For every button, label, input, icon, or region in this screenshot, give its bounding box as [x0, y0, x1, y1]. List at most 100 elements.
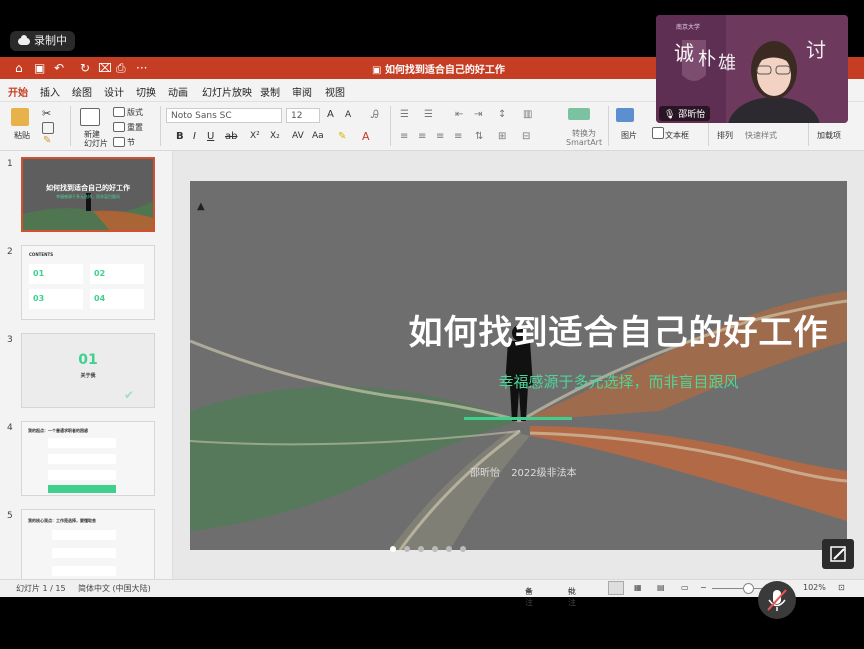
mute-microphone-button[interactable] [758, 581, 796, 619]
slide-author-line[interactable]: 邵昕怡 2022级非法本 [470, 464, 577, 479]
progress-dot [390, 546, 396, 552]
cut-icon[interactable]: ✂ [42, 107, 51, 120]
char-spacing-icon[interactable]: AV [292, 131, 304, 141]
numbering-icon[interactable]: ☰ [424, 109, 433, 120]
fit-slide-icon[interactable]: ⊡ [838, 583, 845, 592]
mic-off-icon [767, 589, 787, 611]
change-case-icon[interactable]: Aa [312, 131, 324, 141]
paste-button[interactable]: 粘贴 [14, 130, 30, 141]
list-item [48, 454, 116, 464]
tab-slideshow[interactable]: 幻灯片放映 [202, 84, 252, 99]
progress-dot [418, 546, 424, 552]
pen-icon [830, 546, 846, 562]
slide-background [190, 181, 847, 550]
font-size-select[interactable]: 12 [286, 108, 320, 123]
bullets-icon[interactable]: ☰ [400, 109, 409, 120]
slide-subtitle[interactable]: 幸福感源于多元选择，而非盲目跟风 [190, 371, 847, 392]
tab-record[interactable]: 录制 [260, 84, 280, 99]
slide-sorter-icon[interactable]: ▦ [634, 583, 642, 592]
slide-thumbnail-3[interactable]: 01 关于我 ✔ [21, 333, 155, 408]
outdent-icon[interactable]: ⇥ [474, 109, 482, 120]
highlight-icon[interactable]: ✎ [338, 131, 346, 142]
print-icon[interactable]: ⎙ [116, 60, 126, 76]
zoom-slider-thumb[interactable] [743, 583, 754, 594]
layout-button[interactable]: 版式 [127, 107, 143, 118]
svg-text:南京大学: 南京大学 [676, 23, 700, 31]
align-right-icon[interactable]: ≡ [436, 131, 444, 142]
slide-thumbnail-panel[interactable]: 1 如何找到适合自己的好工作 幸福感源于多元选择，而非盲目跟风 2 CONTEN… [0, 151, 173, 579]
copy-icon[interactable] [42, 122, 54, 134]
italic-icon[interactable]: I [193, 131, 196, 142]
thumbnail-header: 我的起点：一个普通求职者的困惑 [28, 428, 88, 433]
section-button[interactable]: 节 [127, 137, 135, 148]
tab-design[interactable]: 设计 [104, 84, 124, 99]
contents-card: 01 [29, 264, 83, 284]
cloud-icon [18, 34, 30, 45]
text-direction-icon[interactable]: ⇅ [475, 131, 483, 142]
current-slide[interactable]: 如何找到适合自己的好工作 幸福感源于多元选择，而非盲目跟风 邵昕怡 2022级非… [190, 181, 847, 550]
reading-view-icon[interactable]: ▤ [657, 583, 665, 592]
justify-icon[interactable]: ≡ [454, 131, 462, 142]
tab-transitions[interactable]: 切换 [136, 84, 156, 99]
presentation-icon: ▣ [372, 65, 385, 76]
zoom-out-icon[interactable]: − [700, 583, 707, 592]
picture-button[interactable]: 图片 [621, 130, 637, 141]
font-color-icon[interactable]: A [362, 130, 370, 143]
quick-styles-button[interactable]: 快速样式 [745, 130, 777, 141]
layout-text-icon[interactable]: ⊟ [522, 131, 530, 142]
format-painter-icon[interactable]: ⌧ [98, 60, 112, 76]
slideshow-icon[interactable]: ▭ [681, 583, 689, 592]
reset-button[interactable]: 重置 [127, 122, 143, 133]
thumbnail-subtitle: 幸福感源于多元选择，而非盲目跟风 [56, 194, 120, 199]
underline-icon[interactable]: U [207, 131, 214, 142]
paste-icon[interactable] [11, 108, 29, 126]
line-spacing-icon[interactable]: ↕ [498, 109, 506, 120]
align-center-icon[interactable]: ≡ [418, 131, 426, 142]
shrink-font-icon[interactable]: A [345, 110, 351, 120]
slide-thumbnail-4[interactable]: 我的起点：一个普通求职者的困惑 [21, 421, 155, 496]
addins-button[interactable]: 加载项 [817, 130, 841, 141]
tab-review[interactable]: 审阅 [292, 84, 312, 99]
clear-format-icon[interactable]: Ꭿ [371, 108, 379, 122]
redo-icon[interactable]: ↻ [80, 60, 90, 76]
indent-icon[interactable]: ⇤ [455, 109, 463, 120]
arrange-button[interactable]: 排列 [717, 130, 733, 141]
mouse-cursor-icon: ▲ [197, 201, 205, 212]
slide-counter: 幻灯片 1 / 15 [16, 584, 66, 593]
format-painter-brush-icon[interactable]: ✎ [43, 135, 51, 146]
superscript-icon[interactable]: X² [250, 131, 260, 141]
convert-smartart-button[interactable]: 转换为 SmartArt [566, 129, 602, 147]
divider [390, 106, 391, 146]
bold-icon[interactable]: B [176, 131, 184, 142]
textbox-button[interactable]: 文本框 [665, 130, 689, 141]
undo-icon[interactable]: ↶ [54, 60, 64, 76]
grow-font-icon[interactable]: A [327, 109, 334, 120]
align-left-icon[interactable]: ≡ [400, 131, 408, 142]
more-icon[interactable]: ··· [136, 60, 147, 76]
align-text-icon[interactable]: ⊞ [498, 131, 506, 142]
new-slide-button[interactable]: 新建 幻灯片 [84, 130, 108, 148]
font-family-select[interactable]: Noto Sans SC [166, 108, 282, 123]
tab-insert[interactable]: 插入 [40, 84, 60, 99]
save-icon[interactable]: ▣ [34, 60, 45, 76]
slide-thumbnail-1[interactable]: 如何找到适合自己的好工作 幸福感源于多元选择，而非盲目跟风 [21, 157, 155, 232]
smartart-icon[interactable] [568, 108, 590, 120]
language-indicator[interactable]: 简体中文 (中国大陆) [78, 583, 151, 594]
picture-icon[interactable] [616, 108, 634, 122]
subscript-icon[interactable]: X₂ [270, 131, 280, 141]
normal-view-icon[interactable] [608, 581, 624, 595]
tab-draw[interactable]: 绘图 [72, 84, 92, 99]
strikethrough-icon[interactable]: ab [225, 131, 237, 142]
zoom-level[interactable]: 102% [803, 583, 826, 592]
tab-view[interactable]: 视图 [325, 84, 345, 99]
home-icon[interactable]: ⌂ [15, 60, 23, 76]
new-slide-icon[interactable] [80, 108, 100, 126]
columns-icon[interactable]: ▥ [523, 109, 532, 120]
annotate-button[interactable] [822, 539, 854, 569]
tab-animations[interactable]: 动画 [168, 84, 188, 99]
svg-text:讨: 讨 [806, 38, 826, 62]
slide-title[interactable]: 如何找到适合自己的好工作 [190, 305, 847, 354]
tab-home[interactable]: 开始 [8, 84, 28, 105]
slide-thumbnail-2[interactable]: CONTENTS 01 02 03 04 [21, 245, 155, 320]
slide-thumbnail-5[interactable]: 我的核心观点：工作是选择，要懂取舍 [21, 509, 155, 579]
